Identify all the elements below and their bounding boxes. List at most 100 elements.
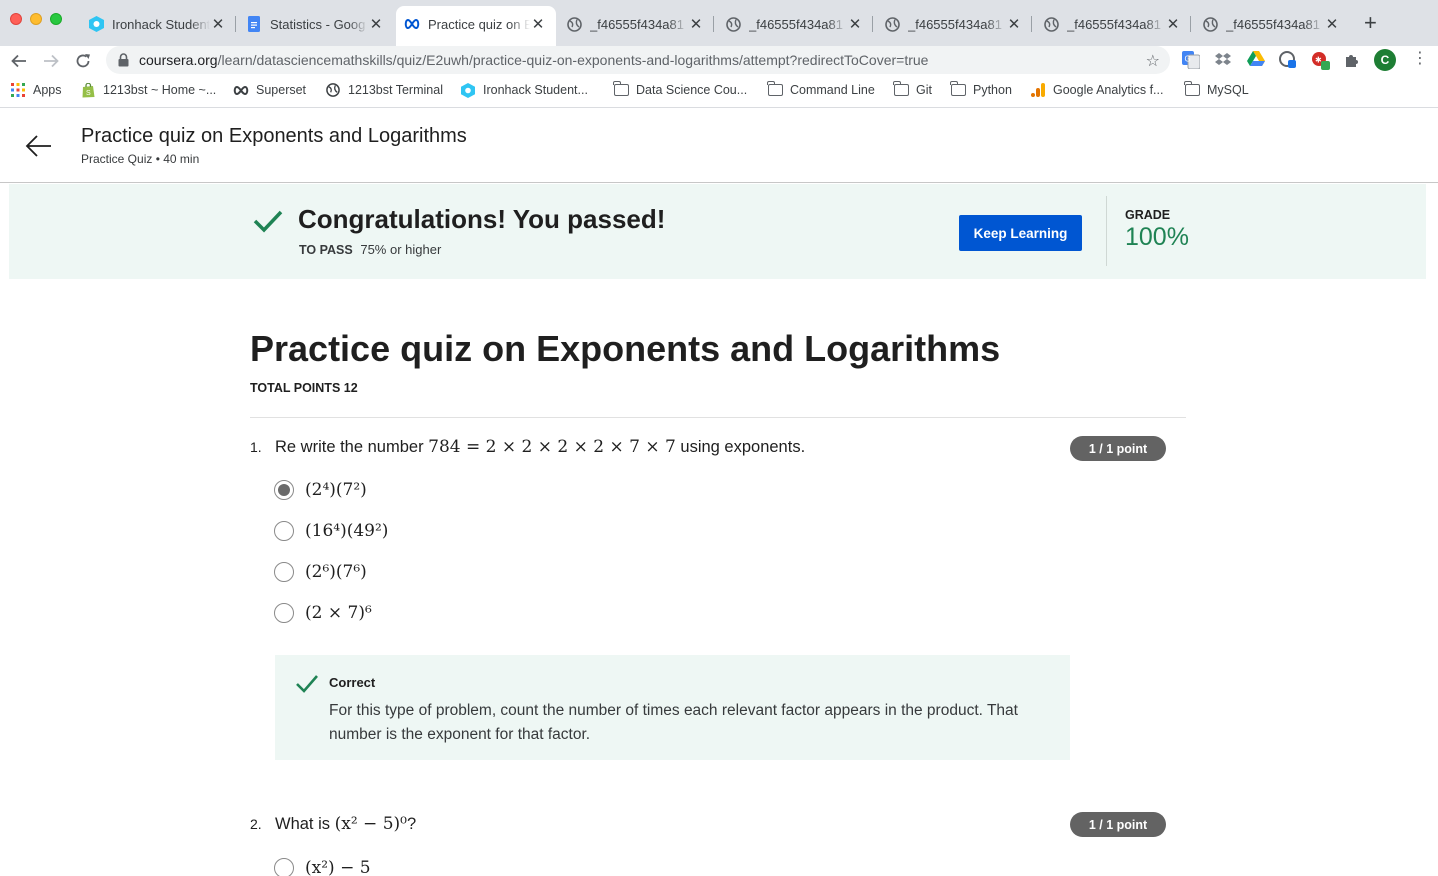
bookmark-label: 1213bst ~ Home ~...: [103, 83, 217, 97]
bookmark-ironhack-student[interactable]: Ironhack Student...: [460, 82, 588, 98]
lock-icon: [118, 53, 130, 67]
google-translate-extension-icon[interactable]: G: [1182, 51, 1201, 70]
more-menu-icon[interactable]: ⋮: [1412, 50, 1428, 68]
tab-title: Ironhack Student: [112, 16, 210, 32]
bookmark-1213bst-terminal[interactable]: 1213bst Terminal: [325, 83, 443, 97]
new-tab-plus-icon[interactable]: +: [1364, 12, 1377, 34]
radio-button-selected[interactable]: [274, 480, 294, 500]
tab-separator: [713, 16, 714, 32]
close-tab-icon[interactable]: ✕: [847, 15, 863, 33]
folder-icon: [613, 81, 629, 97]
close-tab-icon[interactable]: ✕: [1006, 15, 1022, 33]
bookmark-star-icon[interactable]: ☆: [1146, 51, 1160, 71]
browser-tab-6[interactable]: _f46555f434a81 ✕: [876, 8, 1032, 40]
radio-button[interactable]: [274, 521, 294, 541]
globe-icon: [725, 16, 741, 32]
bookmark-label: 1213bst Terminal: [348, 83, 443, 97]
question-math: 784 = 2 × 2 × 2 × 2 × 7 × 7: [428, 437, 676, 457]
to-pass-label: TO PASS: [299, 243, 353, 257]
browser-tab-strip: Ironhack Student ✕ Statistics - Goog ✕ P…: [0, 0, 1438, 46]
close-tab-icon[interactable]: ✕: [1324, 15, 1340, 33]
browser-tab-3-active[interactable]: Practice quiz on E ✕: [396, 6, 556, 46]
close-tab-icon[interactable]: ✕: [1165, 15, 1181, 33]
tab-title: _f46555f434a81: [749, 16, 843, 32]
ironhack-hex-icon: [88, 16, 104, 32]
reload-icon[interactable]: [70, 48, 96, 74]
radio-button[interactable]: [274, 858, 294, 876]
ironhack-hex-icon: [460, 82, 476, 98]
bookmark-google-analytics[interactable]: Google Analytics f...: [1030, 83, 1163, 97]
bookmark-label: Git: [916, 83, 932, 97]
quiz-page-header: Practice quiz on Exponents and Logarithm…: [0, 109, 1438, 183]
bookmark-label: MySQL: [1207, 83, 1249, 97]
bookmark-superset[interactable]: Superset: [233, 83, 306, 97]
pass-requirement: TO PASS 75% or higher: [299, 242, 441, 257]
quiz-title: Practice quiz on Exponents and Logarithm…: [250, 328, 1001, 369]
bookmark-label: Superset: [256, 83, 307, 97]
close-tab-icon[interactable]: ✕: [210, 15, 226, 33]
dropbox-extension-icon[interactable]: [1214, 51, 1232, 69]
question-text-after: ?: [406, 815, 417, 833]
bookmark-label: Python: [973, 83, 1012, 97]
close-tab-icon[interactable]: ✕: [368, 15, 384, 33]
browser-tab-8[interactable]: _f46555f434a81 ✕: [1194, 8, 1350, 40]
close-window-button[interactable]: [10, 13, 22, 25]
answer-option[interactable]: (2⁶)(7⁶): [274, 560, 367, 584]
option-label: (2⁴)(7²): [305, 480, 367, 500]
question-text-after: using exponents.: [675, 438, 806, 456]
address-bar[interactable]: coursera.org/learn/datasciencemathskills…: [106, 46, 1170, 74]
tab-separator: [1031, 16, 1032, 32]
maximize-window-button[interactable]: [50, 13, 62, 25]
browser-tab-2[interactable]: Statistics - Goog ✕: [238, 8, 394, 40]
radio-button[interactable]: [274, 603, 294, 623]
option-label: (16⁴)(49²): [305, 521, 389, 541]
answer-option[interactable]: (x²) − 5: [274, 856, 371, 876]
back-arrow-icon[interactable]: [6, 48, 32, 74]
bookmark-mysql-folder[interactable]: MySQL: [1184, 81, 1249, 97]
tab-title: _f46555f434a81: [908, 16, 1002, 32]
question-math: (x² − 5)⁰: [334, 814, 407, 834]
browser-tab-7[interactable]: _f46555f434a81 ✕: [1035, 8, 1191, 40]
browser-toolbar: coursera.org/learn/datasciencemathskills…: [0, 46, 1438, 76]
browser-tab-4[interactable]: _f46555f434a81 ✕: [558, 8, 714, 40]
bookmark-1213bst-home[interactable]: S 1213bst ~ Home ~...: [80, 82, 217, 97]
question-2-text: What is (x² − 5)⁰?: [275, 814, 416, 834]
tab-title: _f46555f434a81: [1067, 16, 1161, 32]
bookmarks-bar: Apps S 1213bst ~ Home ~... Superset 1213…: [0, 76, 1438, 108]
folder-icon: [1184, 81, 1200, 97]
bookmark-apps[interactable]: Apps: [10, 83, 62, 97]
forward-arrow-icon[interactable]: [38, 48, 64, 74]
tab-title: Practice quiz on E: [428, 16, 530, 32]
browser-tab-5[interactable]: _f46555f434a81 ✕: [717, 8, 873, 40]
points-badge: 1 / 1 point: [1070, 436, 1166, 461]
globe-icon: [884, 16, 900, 32]
bookmark-command-line-folder[interactable]: Command Line: [767, 81, 875, 97]
radio-button[interactable]: [274, 562, 294, 582]
close-tab-icon[interactable]: ✕: [688, 15, 704, 33]
answer-option[interactable]: (2⁴)(7²): [274, 478, 367, 502]
check-icon: [295, 674, 319, 699]
option-label: (2 × 7)⁶: [305, 603, 372, 623]
keep-learning-button[interactable]: Keep Learning: [959, 215, 1082, 251]
puzzle-extensions-icon[interactable]: [1343, 51, 1361, 69]
grammarly-extension-icon[interactable]: [1279, 51, 1297, 69]
svg-text:S: S: [86, 90, 91, 97]
coursera-infinity-icon: [404, 16, 420, 32]
divider: [250, 417, 1186, 418]
google-drive-extension-icon[interactable]: [1247, 51, 1265, 69]
bookmark-data-science-folder[interactable]: Data Science Cou...: [613, 81, 747, 97]
answer-option[interactable]: (2 × 7)⁶: [274, 601, 372, 625]
lastpass-extension-icon[interactable]: ✱: [1311, 51, 1330, 70]
url-host: coursera.org: [139, 52, 218, 68]
bookmark-git-folder[interactable]: Git: [893, 81, 932, 97]
browser-tab-1[interactable]: Ironhack Student ✕: [80, 8, 236, 40]
tab-title: _f46555f434a81: [590, 16, 684, 32]
globe-icon: [1202, 16, 1218, 32]
answer-option[interactable]: (16⁴)(49²): [274, 519, 388, 543]
google-docs-icon: [246, 16, 262, 32]
back-arrow-icon[interactable]: [24, 131, 54, 161]
profile-avatar[interactable]: C: [1374, 49, 1396, 71]
close-tab-icon[interactable]: ✕: [530, 15, 546, 33]
bookmark-python-folder[interactable]: Python: [950, 81, 1012, 97]
minimize-window-button[interactable]: [30, 13, 42, 25]
